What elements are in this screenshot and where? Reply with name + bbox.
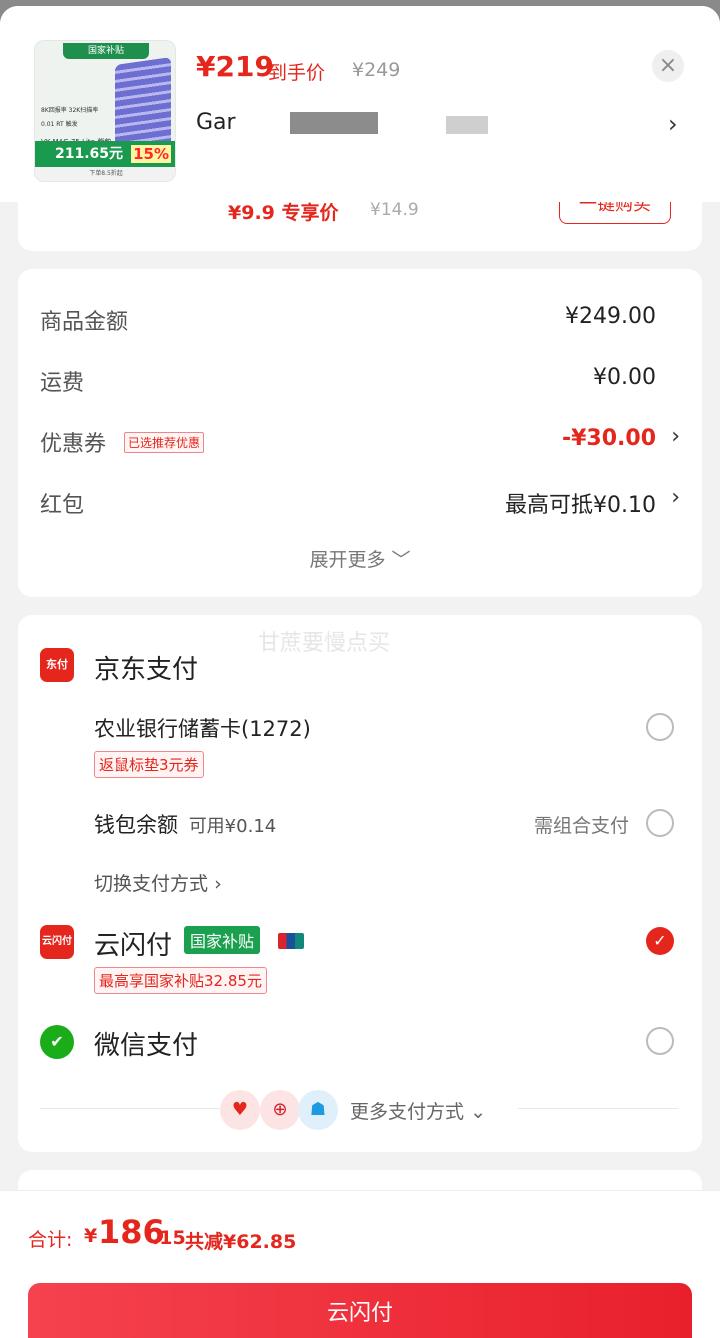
more-payment-methods[interactable]: 更多支付方式 ⌄ bbox=[350, 1097, 486, 1124]
addon-price: ¥9.9 专享价 bbox=[228, 202, 339, 224]
coupon-label: 优惠券 bbox=[40, 432, 107, 457]
goods-amount-row: 商品金额 ¥249.00 bbox=[40, 300, 680, 340]
product-name[interactable]: Gar bbox=[196, 110, 236, 135]
product-header: 国家补贴 8K回报率 32K扫描率 0.01 RT 触发 VK MAG 75 L… bbox=[0, 6, 720, 202]
bank-card-option[interactable]: 农业银行储蓄卡(1272) bbox=[94, 713, 311, 743]
wechat-pay-radio[interactable] bbox=[646, 1027, 674, 1055]
jd-pay-icon: 东付 bbox=[40, 648, 74, 682]
total-label: 合计: bbox=[28, 1229, 73, 1251]
redpacket-value: 最高可抵¥0.10 bbox=[505, 493, 656, 518]
thumb-price: 211.65元 bbox=[55, 146, 124, 162]
final-price: ¥219 bbox=[196, 50, 274, 83]
redpacket-label: 红包 bbox=[40, 493, 85, 518]
gov-subsidy-tag: 国家补贴 bbox=[184, 926, 261, 954]
wallet-label: 钱包余额 bbox=[94, 813, 178, 837]
switch-payment-label: 切换支付方式 bbox=[94, 873, 209, 895]
shipping-label: 运费 bbox=[40, 371, 85, 396]
product-thumbnail[interactable]: 国家补贴 8K回报率 32K扫描率 0.01 RT 触发 VK MAG 75 L… bbox=[34, 40, 176, 182]
chevron-right-icon[interactable]: › bbox=[668, 110, 678, 138]
heart-pay-icon: ♥ bbox=[220, 1090, 260, 1130]
final-price-label: 到手价 bbox=[268, 62, 326, 84]
bank-card-radio[interactable] bbox=[646, 713, 674, 741]
jd-pay-title: 京东支付 bbox=[94, 655, 199, 685]
chevron-right-icon[interactable]: › bbox=[671, 485, 680, 510]
thumb-spec: 8K回报率 32K扫描率 bbox=[41, 107, 99, 114]
quickpass-promo: 最高享国家补贴32.85元 bbox=[94, 967, 267, 994]
chevron-down-icon: ⌄ bbox=[470, 1101, 486, 1123]
total-decimal: .15 bbox=[152, 1227, 186, 1249]
redacted-text bbox=[290, 112, 378, 134]
wallet-radio[interactable] bbox=[646, 809, 674, 837]
thumb-subsidy-tag: 国家补贴 bbox=[63, 43, 149, 59]
original-price: ¥249 bbox=[352, 59, 401, 81]
more-payment-label: 更多支付方式 bbox=[350, 1101, 465, 1123]
unionpay-quickpass-icon: 云闪付 bbox=[40, 925, 74, 959]
payment-methods: 甘蔗要慢点买 东付 京东支付 农业银行储蓄卡(1272) 返鼠标垫3元券 钱包余… bbox=[18, 615, 702, 1152]
coupon-row[interactable]: 优惠券 已选推荐优惠 -¥30.00 › bbox=[40, 422, 680, 462]
addon-orig-price: ¥14.9 bbox=[370, 200, 419, 220]
quickpass-radio-checked[interactable]: ✓ bbox=[646, 927, 674, 955]
pay-button[interactable]: 云闪付 bbox=[28, 1283, 692, 1338]
shipping-row: 运费 ¥0.00 bbox=[40, 361, 680, 401]
quickpass-title[interactable]: 云闪付 bbox=[94, 925, 172, 962]
close-icon[interactable]: × bbox=[652, 50, 684, 82]
unionpay-logo-icon bbox=[278, 933, 304, 949]
coupon-value: -¥30.00 bbox=[561, 426, 656, 451]
checkout-sheet: 国家补贴 8K回报率 32K扫描率 0.01 RT 触发 VK MAG 75 L… bbox=[0, 6, 720, 1338]
divider bbox=[518, 1108, 678, 1109]
divider bbox=[40, 1108, 220, 1109]
total-currency: ¥ bbox=[84, 1225, 98, 1247]
chevron-right-icon[interactable]: › bbox=[671, 424, 680, 449]
wechat-pay-icon: ✔ bbox=[40, 1025, 74, 1059]
unionpay-icon: ⊕ bbox=[260, 1090, 300, 1130]
redacted-text bbox=[446, 116, 488, 134]
checkout-bar: 合计: ¥ 186 .15 共减¥62.85 云闪付 bbox=[0, 1190, 720, 1338]
amount-summary: 商品金额 ¥249.00 运费 ¥0.00 优惠券 已选推荐优惠 -¥30.00… bbox=[18, 269, 702, 597]
qq-pay-icon: ☗ bbox=[298, 1090, 338, 1130]
watermark: 甘蔗要慢点买 bbox=[258, 631, 391, 656]
wallet-note: 需组合支付 bbox=[534, 815, 630, 837]
wallet-option[interactable]: 钱包余额 可用¥0.14 bbox=[94, 809, 276, 839]
coupon-tag: 已选推荐优惠 bbox=[124, 432, 205, 453]
thumb-foot: 下单8.5折起 bbox=[35, 167, 175, 181]
expand-more-label: 展开更多 bbox=[309, 549, 386, 571]
thumb-spec: 0.01 RT 触发 bbox=[41, 121, 78, 128]
wallet-available: 可用¥0.14 bbox=[188, 816, 277, 837]
expand-more-button[interactable]: 展开更多 ﹀ bbox=[18, 545, 702, 572]
chevron-right-icon: › bbox=[214, 873, 222, 895]
bank-card-promo: 返鼠标垫3元券 bbox=[94, 751, 204, 778]
thumb-discount: 15% bbox=[131, 145, 171, 163]
wechat-pay-title[interactable]: 微信支付 bbox=[94, 1025, 198, 1062]
goods-amount-label: 商品金额 bbox=[40, 310, 129, 335]
goods-amount-value: ¥249.00 bbox=[565, 304, 656, 329]
total-saved: 共减¥62.85 bbox=[185, 1231, 297, 1253]
switch-payment-link[interactable]: 切换支付方式 › bbox=[94, 869, 222, 896]
shipping-value: ¥0.00 bbox=[593, 365, 656, 390]
chevron-down-icon: ﹀ bbox=[391, 549, 411, 571]
redpacket-row[interactable]: 红包 最高可抵¥0.10 › bbox=[40, 483, 680, 523]
